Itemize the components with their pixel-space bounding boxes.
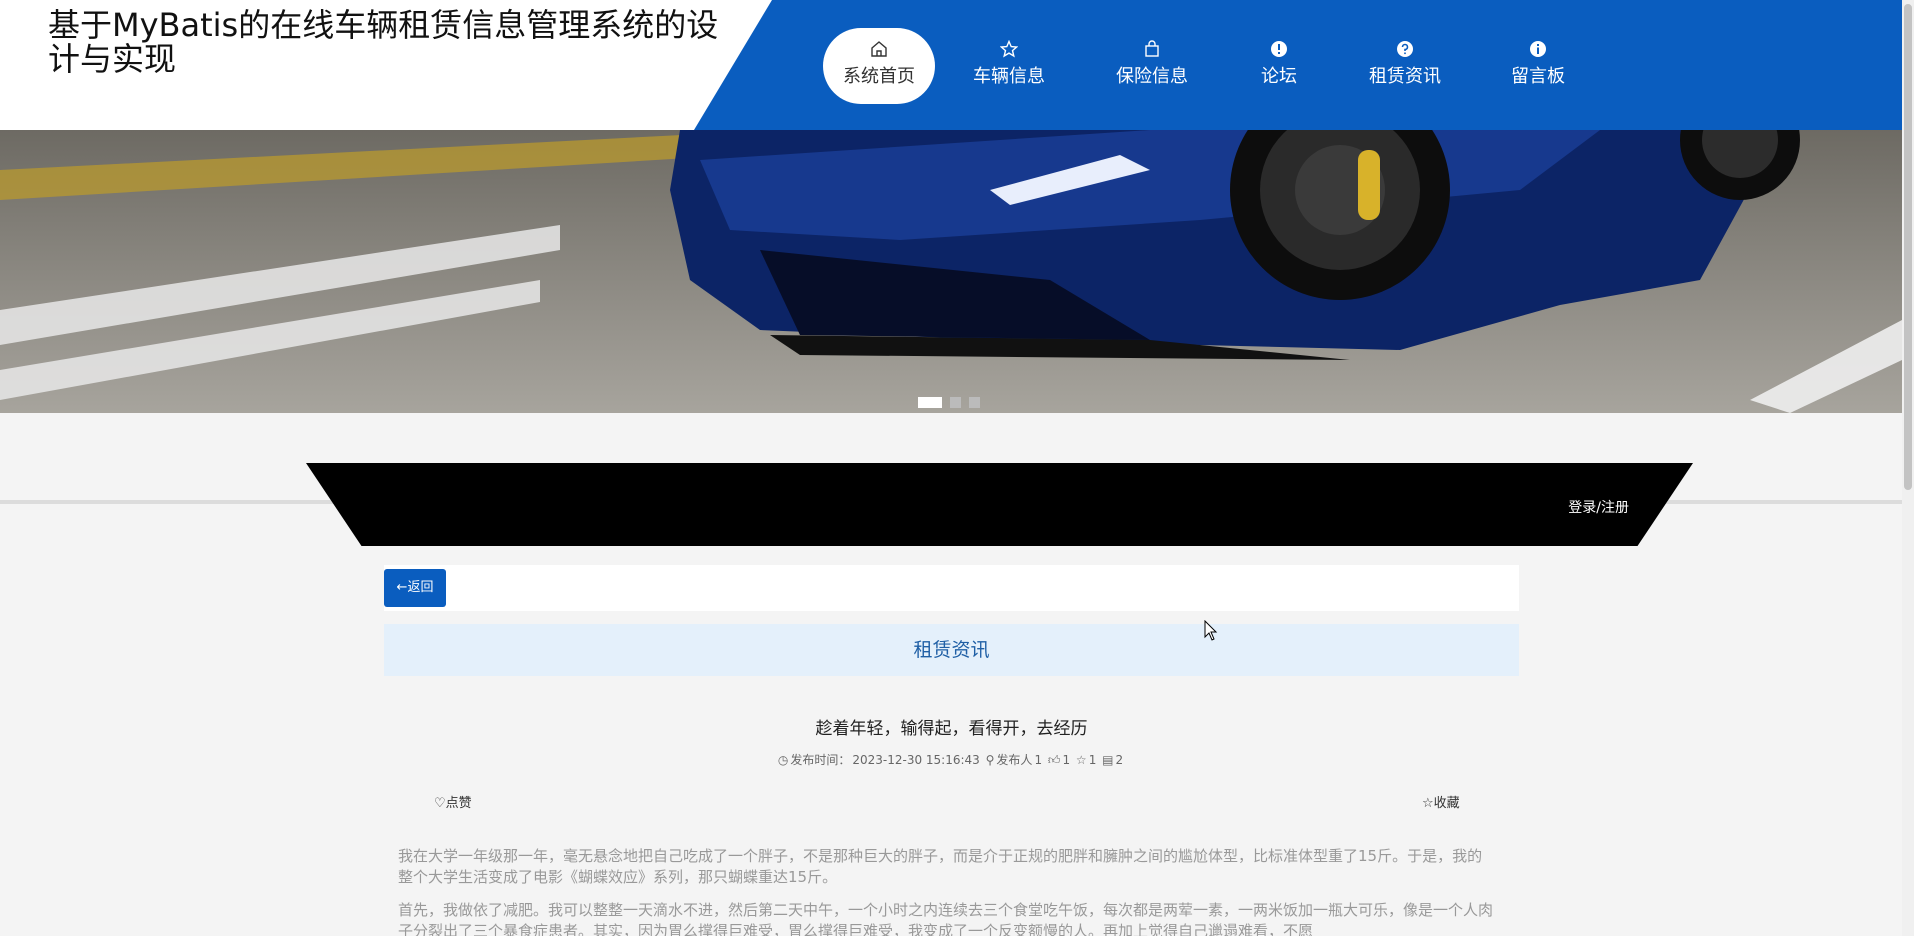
nav-item-label: 留言板 bbox=[1511, 66, 1565, 87]
mouse-cursor-icon bbox=[1204, 620, 1218, 641]
favorites-count: 1 bbox=[1088, 753, 1097, 767]
nav-item-label: 论坛 bbox=[1261, 66, 1297, 87]
clock-icon: ◷ bbox=[777, 753, 789, 767]
carousel-indicators bbox=[918, 397, 988, 409]
exclamation-circle-icon bbox=[1271, 41, 1287, 57]
back-button[interactable]: ←返回 bbox=[384, 569, 446, 607]
question-circle-icon bbox=[1397, 41, 1413, 57]
nav-item-label: 租赁资讯 bbox=[1369, 66, 1441, 87]
thumbs-up-icon: 👍︎ bbox=[1047, 753, 1061, 767]
star-icon bbox=[1000, 40, 1018, 58]
nav-item-rental-news[interactable]: 租赁资讯 bbox=[1363, 28, 1447, 104]
page: 基于MyBatis的在线车辆租赁信息管理系统的设计与实现 系统首页 车辆信息 保… bbox=[0, 0, 1914, 936]
nav-item-label: 保险信息 bbox=[1116, 66, 1188, 87]
back-row: ←返回 bbox=[384, 565, 1519, 611]
section-title: 租赁资讯 bbox=[384, 624, 1519, 676]
nav-item-label: 车辆信息 bbox=[973, 66, 1045, 87]
nav-item-label: 系统首页 bbox=[843, 66, 915, 87]
info-circle-icon bbox=[1530, 41, 1546, 57]
site-title: 基于MyBatis的在线车辆租赁信息管理系统的设计与实现 bbox=[48, 6, 719, 78]
banner-carousel[interactable] bbox=[0, 130, 1902, 413]
carousel-dot[interactable] bbox=[918, 397, 942, 408]
likes-count: 1 bbox=[1062, 753, 1071, 767]
article-meta: ◷ 发布时间： 2023-12-30 15:16:43 ⚲ 发布人 1 👍︎ 1 ☆ 1 ▤… bbox=[384, 751, 1519, 768]
author-value: 1 bbox=[1034, 753, 1043, 767]
scrollbar-thumb[interactable] bbox=[1904, 4, 1912, 490]
like-button[interactable]: ♡点赞 bbox=[434, 792, 472, 811]
user-icon: ⚲ bbox=[985, 753, 995, 767]
home-icon bbox=[871, 41, 887, 57]
comment-icon: ▤ bbox=[1102, 753, 1114, 767]
carousel-dot[interactable] bbox=[950, 397, 961, 408]
author-label: 发布人 bbox=[996, 753, 1033, 767]
favorite-label: 收藏 bbox=[1433, 796, 1460, 811]
publish-time: 2023-12-30 15:16:43 bbox=[852, 753, 980, 767]
login-register-link[interactable]: 登录/注册 bbox=[1568, 497, 1629, 517]
shopping-bag-icon bbox=[1145, 40, 1159, 57]
article-title: 趁着年轻，输得起，看得开，去经历 bbox=[815, 719, 1088, 739]
paragraph: 首先，我做依了减肥。我可以整整一天滴水不进，然后第二天中午，一个小时之内连续去三… bbox=[398, 901, 1494, 936]
like-label: 点赞 bbox=[445, 796, 472, 811]
user-bar: 登录/注册 bbox=[306, 463, 1693, 546]
star-icon: ☆ bbox=[1075, 753, 1087, 767]
heart-icon: ♡ bbox=[434, 796, 446, 811]
article-content: 我在大学一年级那一年，毫无悬念地把自己吃成了一个胖子，不是那种巨大的胖子，而是介… bbox=[398, 846, 1493, 936]
favorite-button[interactable]: ☆收藏 bbox=[1422, 792, 1460, 811]
publish-label: 发布时间： bbox=[790, 753, 851, 767]
banner-car-image bbox=[0, 130, 1902, 413]
scrollbar[interactable] bbox=[1902, 0, 1914, 936]
nav-item-vehicles[interactable]: 车辆信息 bbox=[967, 28, 1051, 104]
nav-item-forum[interactable]: 论坛 bbox=[1255, 28, 1303, 104]
carousel-dot[interactable] bbox=[969, 397, 980, 408]
clicks-count: 2 bbox=[1115, 753, 1124, 767]
nav-item-home[interactable]: 系统首页 bbox=[823, 28, 935, 104]
star-icon: ☆ bbox=[1422, 796, 1434, 811]
header: 基于MyBatis的在线车辆租赁信息管理系统的设计与实现 系统首页 车辆信息 保… bbox=[0, 0, 1902, 130]
nav-item-insurance[interactable]: 保险信息 bbox=[1110, 28, 1194, 104]
nav-item-message-board[interactable]: 留言板 bbox=[1505, 28, 1571, 104]
paragraph: 我在大学一年级那一年，毫无悬念地把自己吃成了一个胖子，不是那种巨大的胖子，而是介… bbox=[398, 847, 1483, 886]
